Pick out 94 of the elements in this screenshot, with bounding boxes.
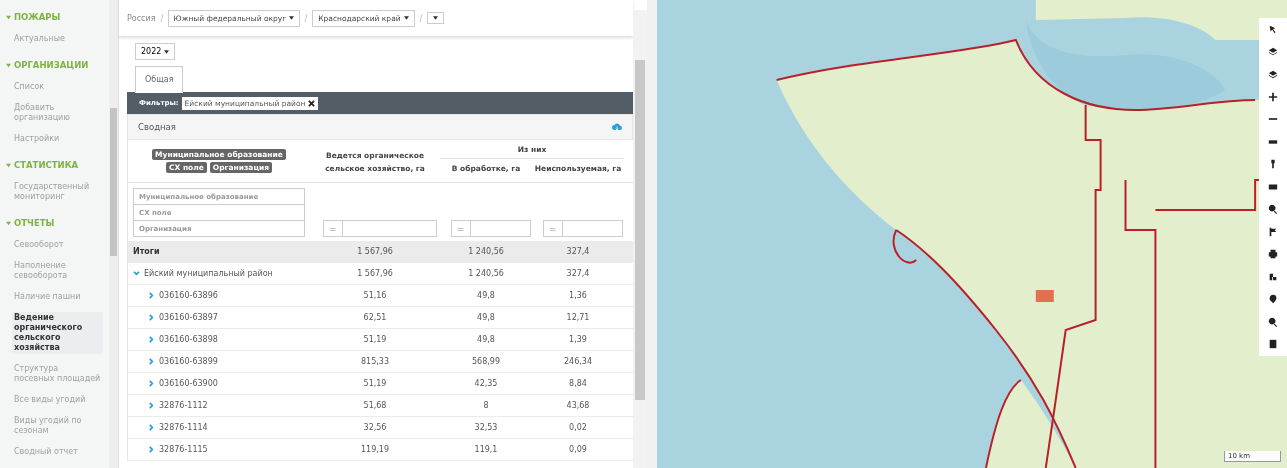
table-cell-text: 119,19: [360, 445, 390, 454]
sidebar-item[interactable]: Ведение органического сельского хозяйства: [12, 312, 103, 354]
location-icon: [1268, 294, 1278, 305]
scrollbar[interactable]: [633, 10, 647, 468]
layers-icon: [1268, 69, 1278, 80]
sidebar-item[interactable]: Настройки: [12, 133, 103, 145]
table-cell: 32876-1114: [159, 423, 208, 432]
sidebar-item[interactable]: Виды угодий по сезонам: [12, 415, 103, 437]
section-header[interactable]: ОРГАНИЗАЦИИ: [6, 60, 103, 70]
chevron-icon[interactable]: [148, 358, 155, 365]
table-cell-text: 32,53: [473, 423, 499, 432]
table-cell: Ейский муниципальный район: [144, 269, 273, 278]
caret-icon: [289, 16, 295, 20]
table-cell-text: 51,16: [362, 291, 388, 300]
number-filter-field[interactable]: =: [542, 220, 624, 237]
table-cell-text: 119,1: [473, 445, 499, 454]
chevron-icon[interactable]: [148, 314, 155, 321]
table-cell: 036160-63897: [159, 313, 218, 322]
pin-icon: [1268, 159, 1278, 170]
sidebar-item[interactable]: Наличие пашни: [12, 291, 103, 303]
table-cell-text: 49,8: [476, 313, 496, 322]
sidebar-item[interactable]: Сводный отчет: [12, 446, 103, 458]
table-cell-text: 51,68: [362, 401, 388, 410]
table-cell-text: 0,02: [568, 423, 588, 432]
sidebar-item[interactable]: Актуальные: [12, 33, 103, 45]
close-icon[interactable]: [308, 99, 316, 107]
breadcrumb-link[interactable]: Россия: [127, 13, 156, 23]
zoom-in-icon: [1268, 91, 1278, 102]
table-cell-text: 51,19: [362, 379, 388, 388]
chevron-icon[interactable]: [148, 380, 155, 387]
table-cell-text: 62,51: [362, 313, 388, 322]
sidebar-item[interactable]: Все виды угодий: [12, 394, 103, 406]
caret-icon: [432, 16, 438, 20]
table-cell-text: 568,99: [471, 357, 501, 366]
table-cell: 036160-63900: [159, 379, 218, 388]
table-cell-text: Итоги: [132, 247, 161, 256]
table-cell: 32876-1115: [159, 445, 208, 454]
scrollbar[interactable]: [109, 0, 118, 468]
table-cell-text: 0,09: [568, 445, 588, 454]
table-cell: 036160-63898: [159, 335, 218, 344]
table-cell: 32876-1112: [159, 401, 208, 410]
table-cell-text: 43,68: [565, 401, 591, 410]
sidebar-item[interactable]: Государственный мониторинг: [12, 181, 103, 203]
table-cell-text: 12,71: [565, 313, 591, 322]
sidebar-item[interactable]: Список: [12, 81, 103, 93]
search-plus-icon: [1268, 204, 1278, 215]
number-filter-field[interactable]: =: [450, 220, 532, 237]
year-dropdown[interactable]: 2022: [135, 43, 176, 60]
table-cell-text: 327,4: [565, 269, 591, 278]
number-filter-field[interactable]: =: [322, 220, 438, 237]
table-cell: 036160-63899: [159, 357, 218, 366]
section-header[interactable]: ОТЧЕТЫ: [6, 218, 103, 228]
caret-icon: [403, 16, 409, 20]
tab[interactable]: Общая: [135, 66, 184, 93]
search-icon: [1268, 316, 1278, 327]
table-cell-text: 815,33: [360, 357, 390, 366]
sidebar-item[interactable]: Добавить организацию: [12, 102, 103, 124]
separator-icon: [304, 14, 309, 22]
table-cell-text: 1 240,56: [467, 269, 505, 278]
table-cell-text: 32,56: [362, 423, 388, 432]
chevron-icon[interactable]: [133, 270, 140, 277]
chevron-icon[interactable]: [148, 402, 155, 409]
table-cell-text: 42,35: [473, 379, 499, 388]
chevron-icon[interactable]: [148, 336, 155, 343]
table-cell-text: 49,8: [476, 335, 496, 344]
table-cell-text: 1 240,56: [467, 247, 505, 256]
section-header[interactable]: ПОЖАРЫ: [6, 12, 103, 22]
table-cell-text: 49,8: [476, 291, 496, 300]
table-cell-text: 1,36: [568, 291, 588, 300]
table-cell-text: 1,39: [568, 335, 588, 344]
caret-icon: [164, 49, 170, 54]
table-cell-text: 327,4: [565, 247, 591, 256]
table-cell-text: 246,34: [563, 357, 593, 366]
chevron-icon[interactable]: [148, 292, 155, 299]
download-icon[interactable]: [612, 122, 622, 132]
sidebar-item[interactable]: Наполнение севооборота: [12, 260, 103, 282]
flag-icon: [1268, 226, 1278, 237]
table-cell-text: 1 567,96: [356, 269, 394, 278]
panel-title: Сводная: [138, 122, 176, 132]
sidebar-item[interactable]: Структура посевных площадей: [12, 363, 103, 385]
table-cell-text: 8,84: [568, 379, 588, 388]
table-cell-text: 8: [482, 401, 490, 410]
table-cell: 036160-63896: [159, 291, 218, 300]
section-header[interactable]: СТАТИСТИКА: [6, 160, 103, 170]
chevron-icon[interactable]: [148, 424, 155, 431]
table-cell-text: 1 567,96: [356, 247, 394, 256]
separator-icon: [418, 14, 423, 22]
dropdown-button[interactable]: [426, 12, 444, 24]
sidebar-item[interactable]: Севооборот: [12, 239, 103, 251]
chevron-icon[interactable]: [148, 446, 155, 453]
table-cell-text: 51,19: [362, 335, 388, 344]
cursor-icon: [1268, 24, 1278, 35]
layers-icon: [1268, 46, 1278, 57]
separator-icon: [159, 14, 164, 22]
